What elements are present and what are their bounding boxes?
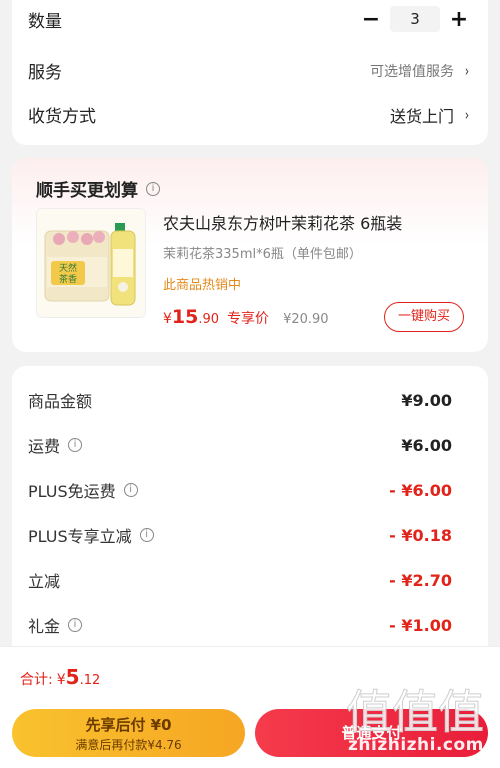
watermark-site: zhizhizhi.com — [348, 735, 484, 755]
price-row: ¥15.90 专享价 ¥20.90 — [163, 306, 329, 328]
fee-row: 运费 i ¥6.00 — [28, 433, 452, 457]
fee-row: 立减 - ¥2.70 — [28, 568, 452, 592]
fee-label: 礼金 i — [28, 613, 83, 637]
delivery-label: 收货方式 — [28, 107, 96, 127]
fee-label-text: 礼金 — [28, 617, 61, 636]
chevron-right-icon: › — [464, 105, 470, 124]
promo-title: 顺手买更划算 i — [36, 176, 160, 201]
exclusive-price-tag: 专享价 — [227, 311, 270, 327]
fee-row: 商品金额 ¥9.00 — [28, 388, 452, 412]
order-options-card: 数量 − 3 + 服务 可选增值服务 › 收货方式 送货上门 › — [12, 0, 488, 145]
delivery-row[interactable]: 收货方式 送货上门 › — [28, 102, 470, 128]
service-row[interactable]: 服务 可选增值服务 › — [28, 58, 470, 84]
fee-label-text: PLUS免运费 — [28, 482, 116, 501]
price-int: 15 — [171, 306, 199, 328]
fee-breakdown-card: 商品金额 ¥9.00 运费 i ¥6.00 PLUS免运费 i - ¥6.00 … — [12, 366, 488, 666]
info-icon[interactable]: i — [68, 438, 83, 452]
pay-later-subtitle: 满意后再付款¥4.76 — [75, 738, 182, 752]
info-icon[interactable]: i — [139, 528, 154, 542]
fee-value: - ¥6.00 — [389, 480, 452, 500]
original-price: ¥20.90 — [283, 312, 329, 327]
fee-row: PLUS专享立减 i - ¥0.18 — [28, 523, 452, 547]
minus-button[interactable]: − — [360, 7, 382, 32]
fee-label: 立减 — [28, 572, 61, 591]
quantity-stepper[interactable]: − 3 + — [360, 6, 470, 32]
delivery-value: 送货上门 — [389, 106, 454, 126]
info-icon[interactable]: i — [123, 483, 138, 497]
product-image[interactable]: 天然 茶香 — [36, 208, 146, 318]
quantity-input[interactable]: 3 — [390, 6, 440, 32]
fee-value: - ¥0.18 — [389, 525, 452, 545]
total-label: 合计: — [20, 672, 53, 688]
badge-text-top: 天然 — [59, 262, 77, 274]
quantity-label: 数量 — [28, 11, 62, 32]
fee-label: PLUS专享立减 i — [28, 523, 154, 547]
fee-value: - ¥1.00 — [389, 615, 452, 635]
plus-button[interactable]: + — [448, 7, 470, 32]
chevron-right-icon: › — [464, 61, 470, 80]
pay-later-button[interactable]: 先享后付 ¥0 满意后再付款¥4.76 — [12, 709, 245, 757]
hot-selling-label: 此商品热销中 — [163, 278, 242, 293]
exclusive-price: ¥15.90 — [163, 306, 219, 328]
price-yen: ¥ — [163, 311, 172, 327]
promo-title-text: 顺手买更划算 — [36, 181, 138, 201]
service-value: 可选增值服务 — [370, 63, 454, 80]
total-dec: .12 — [79, 673, 101, 688]
tea-bottles-image: 天然 茶香 — [37, 209, 145, 317]
badge-text-bottom: 茶香 — [59, 273, 77, 285]
one-click-buy-button[interactable]: 一键购买 — [384, 302, 464, 332]
quantity-row: 数量 − 3 + — [28, 6, 470, 32]
fee-row: PLUS免运费 i - ¥6.00 — [28, 478, 452, 502]
info-icon[interactable]: i — [68, 618, 83, 632]
order-total: 合计: ¥ 5 .12 — [20, 665, 100, 689]
service-label: 服务 — [28, 63, 62, 83]
fee-value: ¥9.00 — [401, 390, 452, 410]
fee-label: PLUS免运费 i — [28, 478, 138, 502]
bundle-promo-card: 顺手买更划算 i 天然 茶香 农夫山泉东方树叶茉莉花茶 6瓶装 茉莉花茶335m… — [12, 158, 488, 352]
product-title[interactable]: 农夫山泉东方树叶茉莉花茶 6瓶装 — [163, 210, 402, 234]
info-icon[interactable]: i — [146, 181, 160, 196]
fee-label-text: 运费 — [28, 437, 61, 456]
fee-value: - ¥2.70 — [389, 570, 452, 590]
fee-label-text: PLUS专享立减 — [28, 527, 132, 546]
pay-later-title: 先享后付 ¥0 — [85, 716, 172, 734]
product-spec: 茉莉花茶335ml*6瓶（单件包邮） — [163, 247, 362, 262]
price-dec: .90 — [198, 312, 220, 327]
total-yen: ¥ — [56, 672, 66, 688]
fee-label: 商品金额 — [28, 392, 93, 411]
fee-label: 运费 i — [28, 433, 83, 457]
total-int: 5 — [65, 665, 80, 689]
fee-row: 礼金 i - ¥1.00 — [28, 613, 452, 637]
fee-value: ¥6.00 — [401, 435, 452, 455]
